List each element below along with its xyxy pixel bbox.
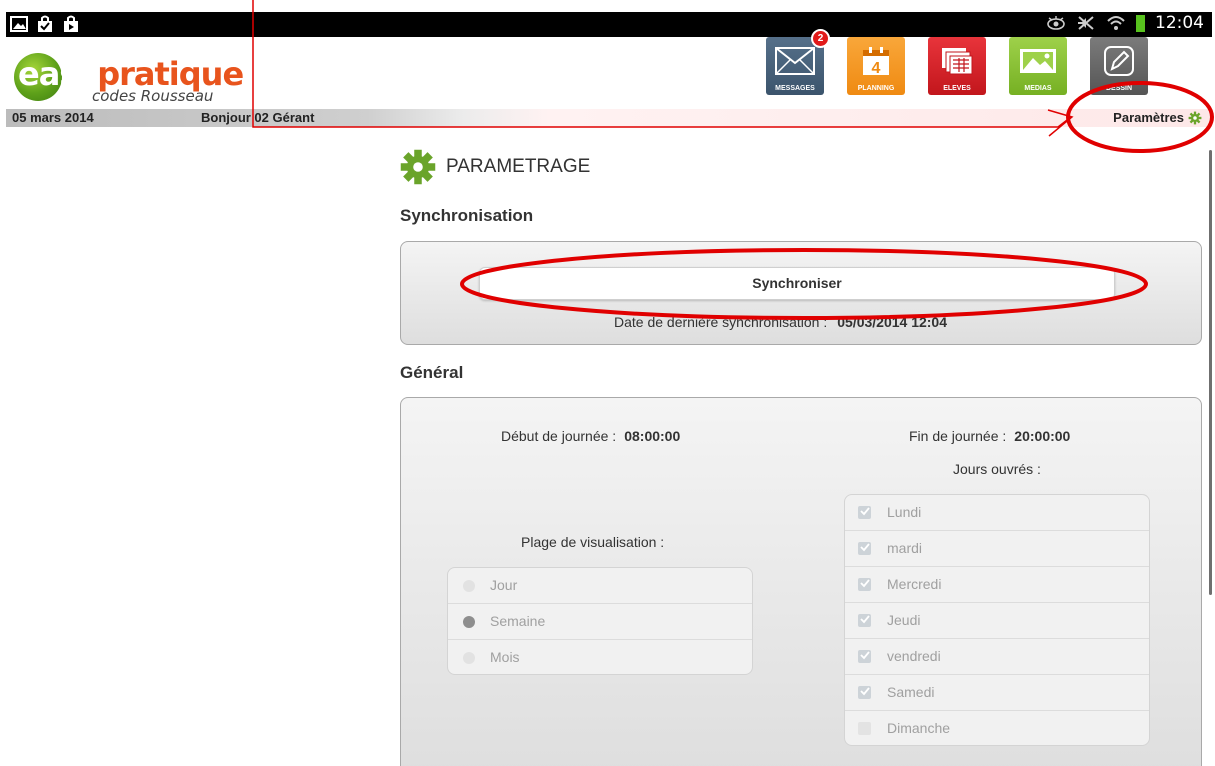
status-bar-system: 12:04 xyxy=(1046,13,1204,33)
medias-tile[interactable]: MEDIAS xyxy=(1009,37,1067,95)
students-icon xyxy=(942,48,973,75)
checkbox-label: Samedi xyxy=(887,684,935,700)
checkbox-vendredi[interactable]: vendredi xyxy=(845,639,1149,675)
working-days-checklist: Lundi mardi Mercredi Jeudi vendredi Same… xyxy=(844,494,1150,746)
store-icon xyxy=(64,15,78,32)
synchronize-button[interactable]: Synchroniser xyxy=(479,267,1115,300)
gallery-icon xyxy=(10,16,28,32)
shopping-bag-icon xyxy=(38,15,52,32)
checkbox[interactable] xyxy=(858,722,871,735)
sync-heading: Synchronisation xyxy=(400,206,534,225)
checkbox-label: Jeudi xyxy=(887,612,921,628)
gear-icon xyxy=(400,149,436,185)
logo-tagline: codes Rousseau xyxy=(92,87,214,105)
info-bar: 05 mars 2014 Bonjour 02 Gérant Paramètre… xyxy=(6,109,1212,127)
module-tiles: 2 MESSAGES 4 PLANNING ELEVES MEDIAS DESS… xyxy=(766,29,1148,95)
eleves-tile[interactable]: ELEVES xyxy=(928,37,986,95)
medias-tile-label: MEDIAS xyxy=(1024,85,1052,92)
checkbox-samedi[interactable]: Samedi xyxy=(845,675,1149,711)
general-panel: Début de journée : 08:00:00 Fin de journé… xyxy=(400,397,1202,766)
easypratique-logo: easypratique codes Rousseau xyxy=(14,49,244,105)
messages-tile-label: MESSAGES xyxy=(775,85,815,92)
svg-text:4: 4 xyxy=(872,60,881,76)
greeting: Bonjour 02 Gérant xyxy=(201,110,315,125)
gear-icon[interactable] xyxy=(1188,111,1202,125)
status-bar-notifications xyxy=(10,15,80,33)
day-end: Fin de journée : 20:00:00 xyxy=(909,428,1070,444)
eleves-tile-label: ELEVES xyxy=(943,85,971,92)
radio-option-semaine[interactable]: Semaine xyxy=(448,604,752,640)
view-range-radio-group: Jour Semaine Mois xyxy=(447,567,753,675)
check-icon xyxy=(860,579,870,588)
dessin-tile-label: DESSIN xyxy=(1105,85,1133,92)
pencil-icon xyxy=(1104,46,1134,76)
radio-label: Semaine xyxy=(490,613,546,629)
checkbox-mercredi[interactable]: Mercredi xyxy=(845,567,1149,603)
image-icon xyxy=(1020,49,1056,73)
battery-icon xyxy=(1136,14,1145,32)
eye-icon xyxy=(1047,16,1065,30)
checkbox-label: Lundi xyxy=(887,504,922,520)
general-heading: Général xyxy=(400,363,464,382)
radio-button[interactable] xyxy=(463,580,475,592)
scrollbar[interactable] xyxy=(1209,150,1212,595)
messages-tile[interactable]: 2 MESSAGES xyxy=(766,29,830,95)
checkbox-label: Mercredi xyxy=(887,576,942,592)
envelope-icon xyxy=(775,47,815,75)
page-title: PARAMETRAGE xyxy=(400,149,590,185)
working-days-label: Jours ouvrés : xyxy=(953,461,1041,477)
sync-panel: Synchroniser Date de dernière synchronis… xyxy=(400,241,1202,345)
day-end-label: Fin de journée : xyxy=(909,428,1007,444)
wifi-icon xyxy=(1107,16,1125,30)
radio-button[interactable] xyxy=(463,616,475,628)
radio-label: Jour xyxy=(490,577,518,593)
mute-icon xyxy=(1078,16,1094,30)
last-sync-value: 05/03/2014 12:04 xyxy=(837,314,947,330)
checkbox-jeudi[interactable]: Jeudi xyxy=(845,603,1149,639)
app-screen: 12:04 easypratique codes Rousseau 2 MESS… xyxy=(0,0,1215,766)
radio-label: Mois xyxy=(490,649,520,665)
last-sync: Date de dernière synchronisation : 05/03/… xyxy=(614,314,947,330)
last-sync-label: Date de dernière synchronisation : xyxy=(614,314,828,330)
day-start-value[interactable]: 08:00:00 xyxy=(624,428,680,444)
day-start: Début de journée : 08:00:00 xyxy=(501,428,680,444)
checkbox-lundi[interactable]: Lundi xyxy=(845,495,1149,531)
day-start-label: Début de journée : xyxy=(501,428,617,444)
settings-content: PARAMETRAGE Synchronisation Synchroniser… xyxy=(6,127,1212,766)
check-icon xyxy=(860,615,870,624)
radio-option-jour[interactable]: Jour xyxy=(448,568,752,604)
check-icon xyxy=(860,687,870,696)
planning-tile[interactable]: 4 PLANNING xyxy=(847,37,905,95)
check-icon xyxy=(860,543,870,552)
dessin-tile[interactable]: DESSIN xyxy=(1090,37,1148,95)
status-bar: 12:04 xyxy=(6,12,1212,37)
radio-button[interactable] xyxy=(463,652,475,664)
checkbox-dimanche[interactable]: Dimanche xyxy=(845,711,1149,747)
radio-option-mois[interactable]: Mois xyxy=(448,640,752,676)
view-range-label: Plage de visualisation : xyxy=(521,534,665,550)
check-icon xyxy=(860,651,870,660)
day-end-value[interactable]: 20:00:00 xyxy=(1014,428,1070,444)
messages-badge: 2 xyxy=(811,29,830,48)
settings-link[interactable]: Paramètres xyxy=(1113,110,1184,125)
checkbox-mardi[interactable]: mardi xyxy=(845,531,1149,567)
check-icon xyxy=(860,507,870,516)
checkbox-label: Dimanche xyxy=(887,720,951,736)
app-header: easypratique codes Rousseau 2 MESSAGES 4… xyxy=(6,29,1212,109)
page-title-text: PARAMETRAGE xyxy=(446,156,591,177)
checkbox-label: mardi xyxy=(887,540,923,556)
calendar-icon: 4 xyxy=(863,47,889,76)
current-date: 05 mars 2014 xyxy=(12,110,94,125)
checkbox-label: vendredi xyxy=(887,648,941,664)
planning-tile-label: PLANNING xyxy=(857,85,895,92)
clock: 12:04 xyxy=(1155,13,1204,33)
